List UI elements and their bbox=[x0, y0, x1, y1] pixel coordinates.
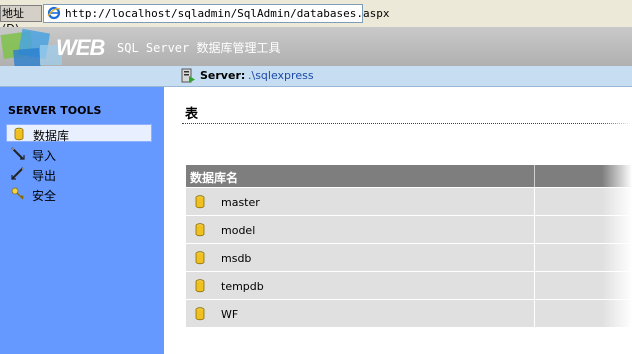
database-name[interactable]: msdb bbox=[221, 252, 251, 265]
table-row[interactable]: master bbox=[186, 187, 632, 215]
address-url: http://localhost/sqladmin/SqlAdmin/datab… bbox=[65, 7, 390, 20]
sidebar-item-label: 导入 bbox=[32, 149, 57, 163]
database-name[interactable]: master bbox=[221, 196, 260, 209]
table-row[interactable]: msdb bbox=[186, 243, 632, 271]
column-divider bbox=[534, 244, 535, 271]
address-input[interactable]: http://localhost/sqladmin/SqlAdmin/datab… bbox=[43, 4, 390, 23]
app-title: SQL Server 数据库管理工具 bbox=[117, 41, 281, 55]
sidebar-item-security[interactable]: 安全 bbox=[6, 185, 152, 203]
address-bar: 地址(D) http://localhost/sqladmin/SqlAdmin… bbox=[0, 0, 632, 35]
server-bar: Server: .\sqlexpress bbox=[0, 66, 632, 87]
server-value[interactable]: .\sqlexpress bbox=[248, 69, 314, 82]
sidebar-item-database[interactable]: 数据库 bbox=[6, 124, 152, 143]
column-divider bbox=[534, 272, 535, 299]
sidebar: SERVER TOOLS 数据库 导入 导出 安全 bbox=[0, 87, 164, 354]
database-icon bbox=[195, 279, 205, 293]
export-icon bbox=[11, 167, 25, 180]
table-row[interactable]: tempdb bbox=[186, 271, 632, 299]
sidebar-item-label: 数据库 bbox=[33, 129, 70, 143]
page-title: 表 bbox=[185, 107, 199, 122]
table-header: 数据库名 bbox=[186, 165, 632, 187]
database-icon bbox=[195, 251, 205, 265]
ie-icon bbox=[47, 6, 61, 20]
sidebar-item-label: 安全 bbox=[32, 189, 57, 203]
sidebar-item-export[interactable]: 导出 bbox=[6, 165, 152, 183]
title-divider bbox=[182, 123, 632, 124]
address-label: 地址(D) bbox=[0, 5, 42, 35]
sidebar-item-import[interactable]: 导入 bbox=[6, 145, 152, 163]
column-divider bbox=[534, 300, 535, 327]
column-header-database-name: 数据库名 bbox=[190, 171, 239, 185]
column-divider bbox=[534, 216, 535, 243]
database-table: 数据库名 master model msdb tempdb WF bbox=[186, 165, 632, 327]
database-icon bbox=[195, 223, 205, 237]
database-icon bbox=[195, 195, 205, 209]
server-icon bbox=[181, 68, 195, 83]
database-icon bbox=[195, 307, 205, 321]
database-name[interactable]: tempdb bbox=[221, 280, 264, 293]
database-icon bbox=[14, 127, 24, 141]
database-name[interactable]: model bbox=[221, 224, 255, 237]
column-divider bbox=[534, 165, 535, 187]
table-row[interactable]: WF bbox=[186, 299, 632, 327]
database-name[interactable]: WF bbox=[221, 308, 238, 321]
logo-text: WEB bbox=[56, 35, 105, 60]
server-label: Server: bbox=[200, 69, 246, 82]
sidebar-item-label: 导出 bbox=[32, 169, 57, 183]
column-divider bbox=[534, 188, 535, 215]
import-icon bbox=[11, 147, 25, 160]
table-row[interactable]: model bbox=[186, 215, 632, 243]
sidebar-title: SERVER TOOLS bbox=[8, 104, 102, 117]
key-icon bbox=[11, 187, 24, 200]
